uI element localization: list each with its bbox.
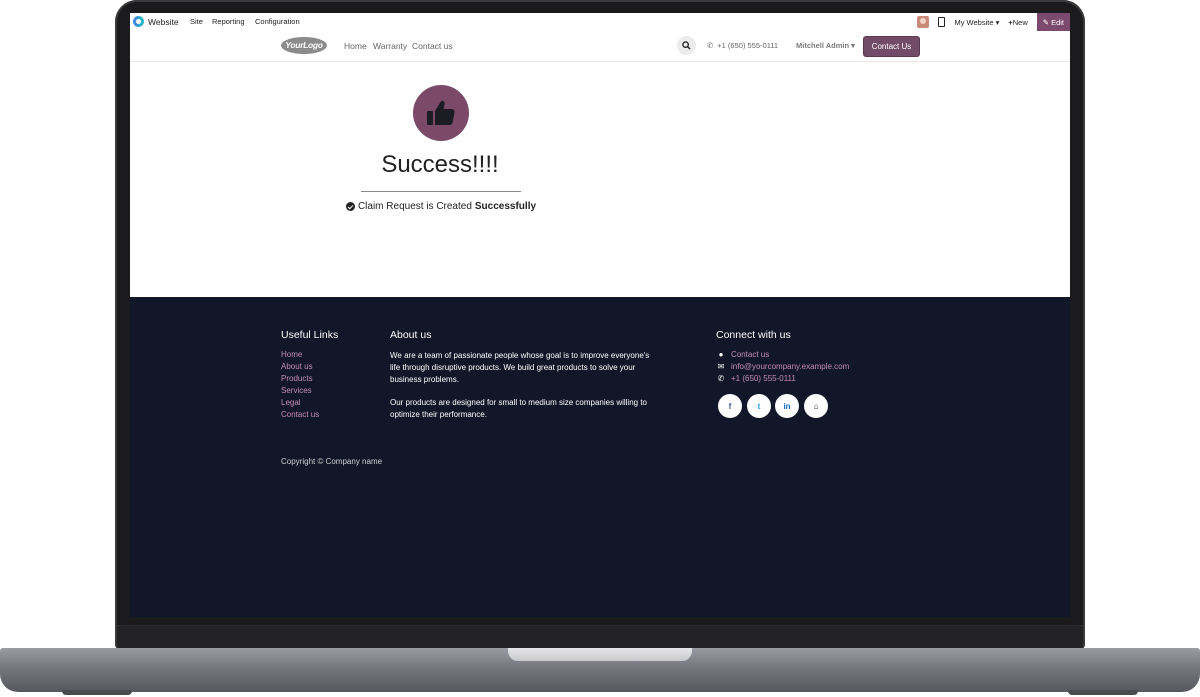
- menu-configuration[interactable]: Configuration: [255, 17, 300, 26]
- header-phone-number: +1 (650) 555-0111: [717, 41, 779, 50]
- comment-icon: ●: [718, 350, 724, 359]
- home-icon: ⌂: [813, 401, 819, 411]
- admin-bar-right: My Website ▾ +New ✎ Edit: [917, 13, 1070, 31]
- about-p1-line: business problems.: [390, 375, 459, 384]
- caret-down-icon: ▾: [851, 41, 855, 50]
- facebook-button[interactable]: f: [718, 394, 742, 418]
- menu-site[interactable]: Site: [190, 17, 203, 26]
- caret-down-icon: ▾: [995, 17, 1000, 27]
- linkedin-button[interactable]: in: [775, 394, 799, 418]
- laptop-foot-left: [62, 690, 132, 695]
- linkedin-icon: in: [783, 401, 791, 411]
- footer-contact-link: Contact us: [731, 350, 770, 359]
- about-p1-line: We are a team of passionate people whose…: [390, 351, 650, 360]
- footer-link-products[interactable]: Products: [281, 374, 313, 383]
- mobile-preview-icon[interactable]: [938, 17, 946, 27]
- divider: [361, 191, 521, 192]
- site-logo[interactable]: YourLogo: [281, 37, 327, 54]
- footer-phone-row[interactable]: ✆ +1 (650) 555-0111: [717, 374, 796, 383]
- about-paragraph-1: We are a team of passionate people whose…: [390, 350, 649, 386]
- thumbs-up-icon: [427, 100, 455, 125]
- new-button[interactable]: +New: [1008, 18, 1027, 27]
- nav-contact-us[interactable]: Contact us: [412, 41, 453, 51]
- admin-bar: Website Site Reporting Configuration My …: [130, 13, 1070, 32]
- app-name: Website: [148, 16, 179, 27]
- success-badge: [413, 85, 469, 141]
- laptop-foot-right: [1068, 690, 1138, 695]
- contact-us-button[interactable]: Contact Us: [863, 36, 920, 57]
- website-selector-label: My Website: [954, 17, 994, 27]
- search-button[interactable]: [677, 36, 696, 55]
- footer-link-legal[interactable]: Legal: [281, 398, 301, 407]
- success-message-bold: Successfully: [474, 201, 537, 212]
- home-button[interactable]: ⌂: [804, 394, 828, 418]
- footer-email: info@yourcompany.example.com: [731, 362, 850, 371]
- header-phone[interactable]: ✆ +1 (650) 555-0111: [707, 41, 778, 50]
- success-message-text: Claim Request is Created: [357, 201, 472, 212]
- twitter-icon: t: [757, 401, 761, 411]
- footer-link-about-us[interactable]: About us: [281, 362, 313, 371]
- about-paragraph-2: Our products are designed for small to m…: [390, 397, 647, 421]
- useful-links-heading: Useful Links: [281, 329, 339, 341]
- search-icon: [682, 41, 691, 50]
- app-switcher[interactable]: Website: [133, 16, 179, 27]
- footer-link-home[interactable]: Home: [281, 350, 302, 359]
- laptop-bezel: [117, 625, 1083, 648]
- envelope-icon: ✉: [717, 362, 725, 371]
- edit-label: Edit: [1051, 17, 1064, 27]
- new-label: New: [1012, 17, 1028, 27]
- connect-heading: Connect with us: [716, 329, 791, 341]
- edit-button[interactable]: ✎ Edit: [1036, 13, 1070, 31]
- footer-phone: +1 (650) 555-0111: [731, 374, 796, 383]
- about-p2-line: optimize their performance.: [390, 410, 487, 419]
- footer-link-services[interactable]: Services: [281, 386, 312, 395]
- phone-icon: ✆: [717, 374, 725, 383]
- menu-reporting[interactable]: Reporting: [212, 17, 245, 26]
- user-avatar[interactable]: [917, 16, 930, 28]
- about-p1-line: life through disruptive products. We bui…: [390, 363, 636, 372]
- footer-email-row[interactable]: ✉ info@yourcompany.example.com: [717, 362, 850, 371]
- footer: Useful Links Home About us Products Serv…: [130, 297, 1070, 617]
- pencil-icon: ✎: [1042, 17, 1050, 27]
- phone-icon: ✆: [707, 41, 714, 50]
- footer-link-contact-us[interactable]: Contact us: [281, 410, 319, 419]
- about-p2-line: Our products are designed for small to m…: [390, 398, 648, 407]
- nav-warranty[interactable]: Warranty: [373, 41, 407, 51]
- twitter-button[interactable]: t: [747, 394, 771, 418]
- user-name: Mitchell Admin: [796, 41, 850, 50]
- about-heading: About us: [390, 329, 432, 341]
- user-menu[interactable]: Mitchell Admin ▾: [796, 41, 855, 50]
- screen: Website Site Reporting Configuration My …: [130, 13, 1070, 617]
- website-selector[interactable]: My Website ▾: [954, 18, 999, 27]
- success-message: Claim Request is Created Successfully: [310, 201, 572, 212]
- copyright: Copyright © Company name: [281, 457, 383, 466]
- check-circle-icon: [345, 202, 355, 211]
- odoo-app-icon: [133, 16, 144, 27]
- success-title: Success!!!!: [381, 151, 499, 178]
- nav-home[interactable]: Home: [344, 41, 367, 51]
- facebook-icon: f: [728, 401, 732, 411]
- site-header: YourLogo Home Warranty Contact us ✆ +1 (…: [130, 31, 1070, 62]
- laptop-notch: [508, 648, 692, 661]
- footer-contact-row[interactable]: ● Contact us: [717, 350, 770, 359]
